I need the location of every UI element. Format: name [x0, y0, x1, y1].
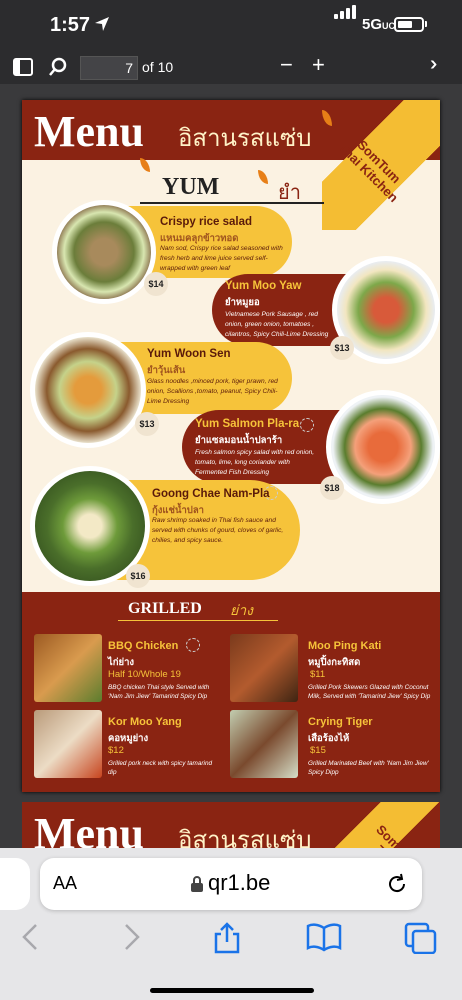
menu-title: Menu [34, 107, 144, 156]
bookmarks-icon[interactable] [306, 922, 342, 952]
menu-page: Menu อิสานรสแซ่บ SomTum Thai Kitchen YUM … [22, 100, 440, 792]
next-menu-page: Menu อิสานรสแซ่บ SomTumThai [22, 802, 440, 848]
previous-tab-preview[interactable] [0, 858, 30, 910]
grilled-heading-thai: ย่าง [230, 602, 253, 618]
dish-photo [34, 634, 102, 702]
item-description: BBQ chicken Thai style Served with 'Nam … [108, 684, 210, 700]
zoom-in-button[interactable]: + [312, 52, 325, 78]
item-name-thai: ไก่ย่าง [108, 657, 135, 668]
tabs-icon[interactable] [404, 922, 438, 954]
item-price: $18 [320, 476, 344, 500]
dish-photo [34, 710, 102, 778]
url-text[interactable]: qr1.be [208, 870, 270, 896]
pdf-toolbar: 7 of 10 − + ›› [0, 52, 462, 84]
item-name: Crispy rice salad [160, 216, 253, 228]
item-name-thai: คอหมูย่าง [108, 733, 149, 744]
item-price: $14 [144, 272, 168, 296]
battery-cap [425, 21, 427, 27]
award-badge-icon [300, 418, 314, 432]
menu-title-thai: อิสานรสแซ่บ [178, 125, 312, 152]
item-price: $13 [330, 336, 354, 360]
reload-icon[interactable] [385, 872, 409, 896]
menu-title: Menu [34, 809, 144, 848]
zoom-out-button[interactable]: − [280, 52, 293, 78]
dish-photo [230, 634, 298, 702]
lock-icon [191, 876, 203, 892]
more-chevron-icon[interactable]: ›› [430, 53, 439, 76]
award-badge-icon [186, 638, 200, 652]
item-description: Glass noodles ,minced pork, tiger prawn,… [147, 378, 278, 405]
item-name: Crying Tiger [308, 716, 373, 728]
item-price: $13 [135, 412, 159, 436]
grilled-section: GRILLED ย่าง BBQ Chicken ไก่ย่าง Half 10… [22, 592, 440, 792]
item-name: Kor Moo Yang [108, 716, 182, 728]
leaf-decoration [140, 158, 150, 172]
item-name-thai: ยำแซลมอนน้ำปลาร้า [195, 435, 283, 446]
status-bar: 1:57 5GUC [0, 0, 462, 52]
item-description: Fresh salmon spicy salad with red onion,… [195, 449, 315, 476]
item-name: Goong Chae Nam-Pla [152, 488, 270, 500]
grilled-heading: GRILLED [128, 600, 202, 617]
dish-photo [230, 710, 298, 778]
sidebar-toggle-icon[interactable] [12, 56, 34, 78]
dish-photo [30, 332, 146, 448]
item-name-thai: หมูปิ้งกะทิสด [308, 657, 361, 668]
item-description: Grilled Pork Skewers Glazed with Coconut… [308, 684, 431, 700]
battery-icon [394, 17, 424, 32]
forward-icon[interactable] [122, 922, 142, 952]
item-name: Yum Moo Yaw [225, 280, 302, 292]
pdf-viewer[interactable]: Menu อิสานรสแซ่บ SomTum Thai Kitchen YUM … [0, 84, 462, 848]
leaf-decoration [258, 170, 268, 184]
item-price: $15 [310, 745, 326, 756]
menu-title-thai: อิสานรสแซ่บ [178, 827, 312, 848]
address-bar[interactable]: AA qr1.be [40, 858, 422, 910]
reader-settings-button[interactable]: AA [53, 873, 77, 894]
page-number-input[interactable]: 7 [80, 56, 138, 80]
divider [118, 620, 278, 621]
item-description: Grilled Marinated Beef with 'Nam Jim Jie… [308, 760, 429, 776]
browser-bottom-bar: AA qr1.be [0, 848, 462, 1000]
item-price: $11 [310, 669, 326, 680]
clock: 1:57 [50, 14, 91, 36]
back-icon[interactable] [20, 922, 40, 952]
home-indicator [150, 988, 314, 993]
page-count: of 10 [142, 59, 174, 75]
yum-heading: YUM [162, 174, 220, 200]
item-description: Vietnamese Pork Sausage , red onion, gre… [225, 311, 329, 338]
item-name: BBQ Chicken [108, 640, 179, 652]
network-type: 5GUC [362, 16, 396, 33]
location-arrow-icon [95, 17, 109, 31]
item-description: Grilled pork neck with spicy tamarind di… [108, 760, 213, 776]
item-price: $16 [126, 564, 150, 588]
item-price: $12 [108, 745, 124, 756]
item-name: Yum Salmon Pla-ra [195, 418, 300, 430]
divider [140, 202, 324, 204]
item-name-thai: เสือร้องไห้ [308, 733, 350, 744]
item-name-thai: ยำวุ้นเส้น [147, 365, 186, 376]
item-price: Half 10/Whole 19 [108, 669, 181, 680]
dish-photo [52, 200, 156, 304]
item-description: Raw shrimp soaked in Thai fish sauce and… [152, 517, 284, 544]
share-icon[interactable] [212, 922, 242, 954]
item-name: Moo Ping Kati [308, 640, 382, 652]
item-name-thai: ยำหมูยอ [225, 297, 260, 308]
search-icon[interactable] [47, 56, 69, 78]
item-description: Nam sod, Crispy rice salad seasoned with… [160, 245, 283, 272]
item-name: Yum Woon Sen [147, 348, 231, 360]
